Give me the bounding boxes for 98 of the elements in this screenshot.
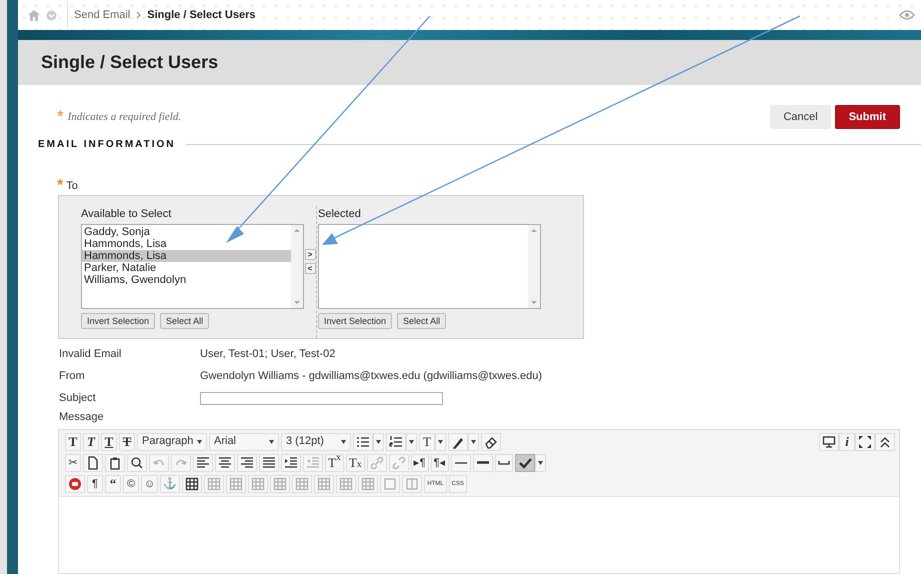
breadcrumb-current: Single / Select Users xyxy=(147,8,256,23)
toolbar-button[interactable]: T$_{x}$ xyxy=(346,454,365,472)
dropdown[interactable]: Paragraph xyxy=(137,432,207,450)
table-icon xyxy=(229,476,244,490)
chevron-icon xyxy=(136,11,142,19)
list-item[interactable]: Hammonds, Lisa xyxy=(82,238,291,250)
toolbar-button[interactable] xyxy=(514,454,534,472)
table-icon xyxy=(185,476,200,490)
caret-icon xyxy=(269,440,274,444)
caret-icon xyxy=(197,440,202,444)
toolbar-button[interactable]: ▸¶ xyxy=(410,454,429,472)
dropdown[interactable]: Arial xyxy=(209,432,279,450)
toolbar-button[interactable]: T$^{x}$ xyxy=(325,454,344,472)
cell-icon xyxy=(383,476,398,490)
dropdown-toggle[interactable] xyxy=(373,432,384,450)
table-icon xyxy=(361,476,376,490)
fullscreen-icon xyxy=(858,434,872,448)
caret-icon xyxy=(409,440,414,444)
collapse-icon xyxy=(878,434,892,448)
remove-button[interactable]: < xyxy=(304,262,316,274)
select-all-button[interactable]: Select All xyxy=(397,313,446,329)
dropdown-toggle[interactable] xyxy=(406,432,417,450)
caret-icon xyxy=(438,440,443,444)
table-icon xyxy=(339,476,354,490)
required-note: Indicates a required field. xyxy=(68,110,182,125)
toolbar-button[interactable]: ☺ xyxy=(141,474,158,492)
numbered-list-icon xyxy=(389,434,403,448)
toolbar-button[interactable]: ⚓ xyxy=(160,474,180,492)
invert-selection-button[interactable]: Invert Selection xyxy=(81,313,156,329)
invert-selection-button[interactable]: Invert Selection xyxy=(318,313,392,329)
table-icon xyxy=(251,476,266,490)
align-right-icon xyxy=(240,456,254,470)
table-icon xyxy=(295,476,310,490)
toolbar-button[interactable]: ¶ xyxy=(87,474,103,492)
dropdown-toggle[interactable] xyxy=(468,432,479,450)
monitor-icon xyxy=(822,434,836,448)
list-label: Available to Select xyxy=(81,206,172,222)
field-label: Subject xyxy=(59,391,97,406)
eraser-icon xyxy=(484,434,498,448)
video-icon xyxy=(68,476,82,490)
toolbar-button[interactable]: T xyxy=(83,432,99,450)
field-label: Message xyxy=(59,410,105,426)
toolbar-button[interactable]: T xyxy=(65,432,81,450)
field-label: Invalid Email xyxy=(59,347,122,362)
spellcheck-icon xyxy=(518,456,532,470)
broken-link-icon xyxy=(392,456,406,470)
table-icon xyxy=(317,476,332,490)
bullet-list-icon xyxy=(356,434,370,448)
input-field[interactable] xyxy=(200,392,443,405)
cancel-button[interactable]: Cancel xyxy=(770,105,831,129)
dropdown-toggle[interactable] xyxy=(534,454,546,472)
caret-icon xyxy=(341,440,346,444)
list-item[interactable]: Parker, Natalie xyxy=(82,262,291,274)
justify-icon xyxy=(262,456,276,470)
caret-icon xyxy=(538,460,542,464)
listbox[interactable]: Gaddy, Sonja Hammonds, Lisa Hammonds, Lisa Parker, Natalie Williams, Gwendolyn xyxy=(81,224,304,309)
section-title: EMAIL INFORMATION xyxy=(38,138,176,152)
list-label: Selected xyxy=(318,206,362,222)
submit-button[interactable]: Submit xyxy=(834,105,900,129)
table-icon xyxy=(207,476,222,490)
indent-icon xyxy=(284,456,298,470)
thick-line-icon xyxy=(476,461,490,464)
align-left-icon xyxy=(196,456,210,470)
space-icon xyxy=(498,460,510,465)
list-item[interactable]: Williams, Gwendolyn xyxy=(82,274,291,286)
page-title: Single / Select Users xyxy=(41,52,218,74)
dropdown-toggle[interactable] xyxy=(435,432,446,450)
link-icon xyxy=(370,456,384,470)
table-icon xyxy=(273,476,288,490)
field-label: From xyxy=(59,369,86,384)
dropdown[interactable]: 3 (12pt) xyxy=(281,432,351,450)
search-icon xyxy=(130,456,144,470)
page-icon xyxy=(86,456,100,470)
toolbar-button[interactable]: “ xyxy=(105,474,121,492)
align-center-icon xyxy=(218,456,232,470)
line-icon xyxy=(454,462,468,464)
toolbar-button[interactable]: T xyxy=(101,432,117,450)
toolbar-button[interactable]: T xyxy=(119,432,135,450)
field-value: Gwendolyn Williams - gdwilliams@txwes.edu (gdwilliams@txwes.edu) xyxy=(200,369,542,384)
caret-icon xyxy=(376,440,381,444)
list-item[interactable]: Hammonds, Lisa xyxy=(82,250,291,262)
split-cell-icon xyxy=(405,476,420,490)
outdent-icon xyxy=(306,456,320,470)
toolbar-button[interactable]: i xyxy=(839,432,855,450)
required-mark: * xyxy=(57,181,64,192)
list-item[interactable]: Gaddy, Sonja xyxy=(82,226,291,238)
select-all-button[interactable]: Select All xyxy=(160,313,210,329)
clipboard-icon xyxy=(108,456,122,470)
add-button[interactable]: > xyxy=(304,248,316,260)
toolbar-button[interactable]: ✂ xyxy=(65,454,81,472)
toolbar-button[interactable]: T xyxy=(419,432,435,450)
required-mark: * xyxy=(57,106,64,128)
toolbar-button[interactable]: © xyxy=(123,474,139,492)
field-value: User, Test-01; User, Test-02 xyxy=(200,347,336,362)
caret-icon xyxy=(471,440,476,444)
field-label: To xyxy=(66,179,78,194)
breadcrumb-link[interactable]: Send Email xyxy=(74,6,130,24)
toolbar-button[interactable]: ¶◂ xyxy=(430,454,448,472)
